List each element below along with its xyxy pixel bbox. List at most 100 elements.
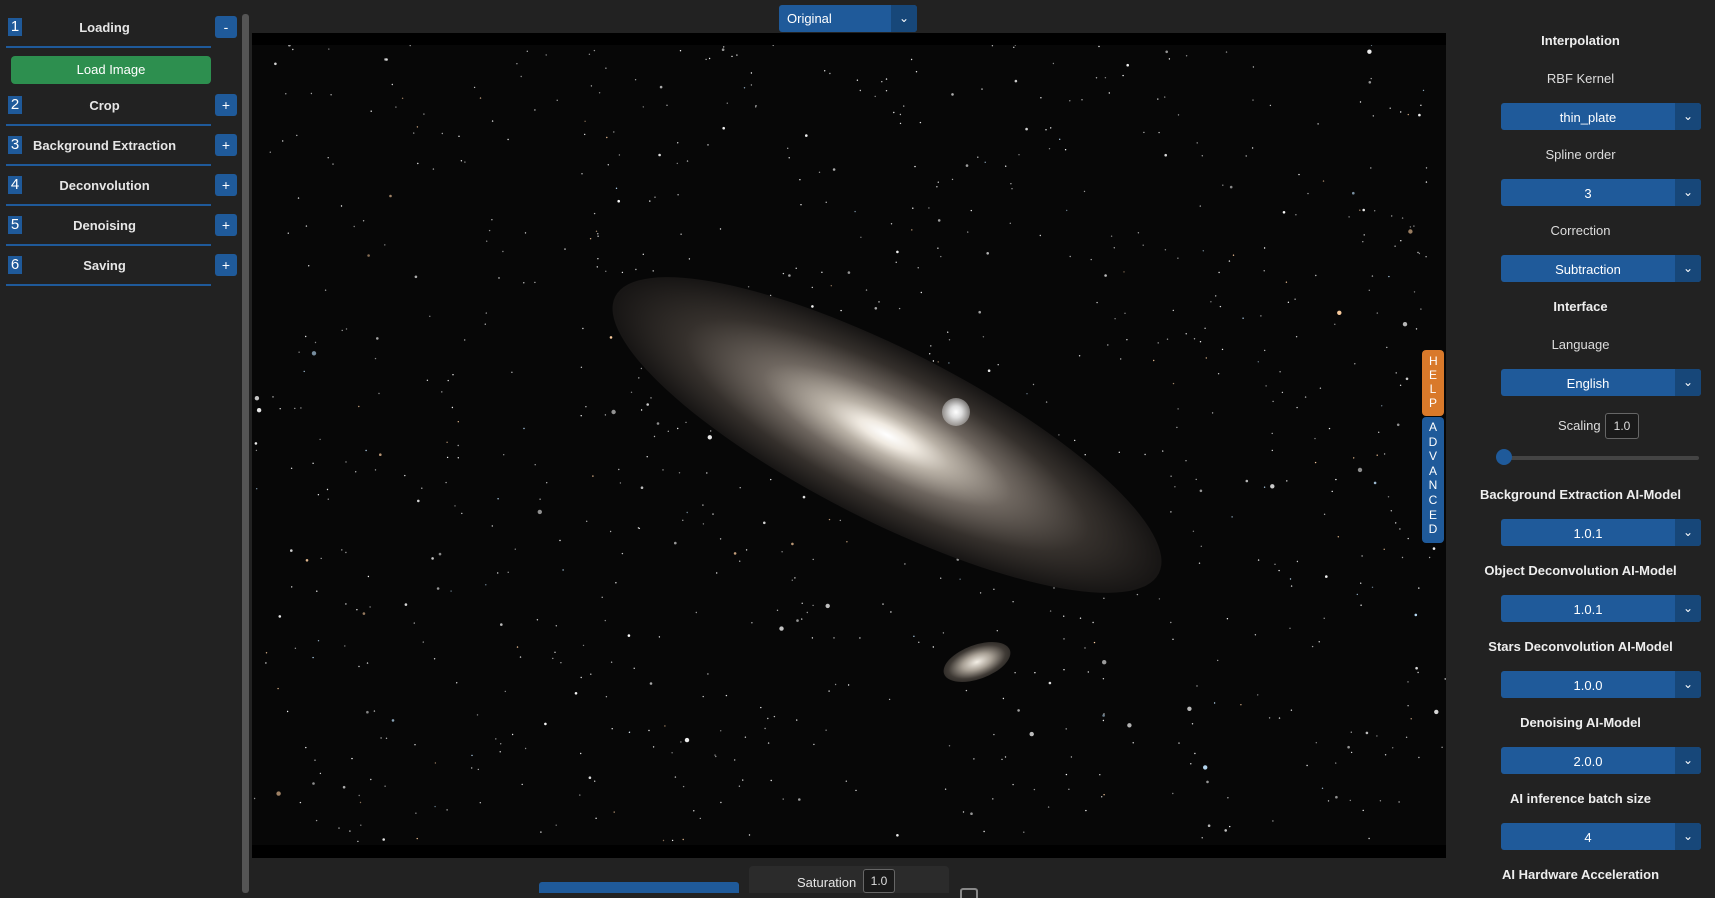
star [1045,401,1048,403]
star [256,488,258,490]
star [1010,183,1012,185]
expand-button[interactable]: + [215,174,237,196]
star [606,136,608,139]
star [913,635,915,637]
star [986,252,989,255]
star [1279,371,1281,373]
star [1126,339,1128,341]
star [476,714,479,716]
correction-value: Subtraction [1555,262,1621,277]
star [1025,127,1028,131]
scaling-input[interactable]: 1.0 [1605,413,1639,439]
expand-button[interactable]: + [215,214,237,236]
expand-button[interactable]: + [215,134,237,156]
star [1335,795,1338,799]
rbf-kernel-select[interactable]: thin_plate ⌄ [1501,103,1701,130]
star [1263,247,1266,249]
star [582,327,584,330]
load-image-button[interactable]: Load Image [11,56,211,84]
star [460,160,463,162]
star [1013,46,1015,48]
star [1164,249,1167,251]
chevron-down-icon[interactable]: ⌄ [1675,255,1701,282]
denoise-model-value: 2.0.0 [1573,754,1603,769]
star [534,464,536,466]
collapse-button[interactable]: - [215,16,237,38]
star [291,586,293,588]
scaling-slider-handle[interactable] [1496,449,1512,465]
advanced-tab[interactable]: ADVANCED [1422,417,1444,543]
star [590,85,593,87]
star [1409,226,1412,228]
help-tab[interactable]: HELP [1422,350,1444,416]
star [627,634,631,637]
language-select[interactable]: English ⌄ [1501,369,1701,396]
chevron-down-icon[interactable]: ⌄ [1675,103,1701,130]
star [1217,659,1219,662]
chevron-down-icon[interactable]: ⌄ [1675,671,1701,698]
star [315,819,318,822]
obj-deconv-select[interactable]: 1.0.1 ⌄ [1501,595,1701,622]
star [341,329,343,332]
chevron-down-icon[interactable]: ⌄ [1675,823,1701,850]
denoise-model-select[interactable]: 2.0.0 ⌄ [1501,747,1701,774]
star [555,625,557,627]
star [272,396,274,398]
stars-deconv-label: Stars Deconvolution AI-Model [1488,639,1673,654]
view-mode-select[interactable]: Original ⌄ [779,5,917,32]
stretch-select[interactable] [539,882,739,893]
star [1026,393,1028,395]
stars-deconv-select[interactable]: 1.0.0 ⌄ [1501,671,1701,698]
star [534,109,536,111]
correction-select[interactable]: Subtraction ⌄ [1501,255,1701,282]
star [1257,694,1259,696]
step-deconvolution[interactable]: 4 Deconvolution + [6,166,237,206]
star [1176,426,1178,429]
expand-button[interactable]: + [215,94,237,116]
step-saving[interactable]: 6 Saving + [6,246,237,286]
chevron-down-icon[interactable]: ⌄ [1675,595,1701,622]
star [1190,763,1192,765]
chevron-down-icon[interactable]: ⌄ [1675,747,1701,774]
star [1157,98,1159,100]
star [454,505,456,507]
chevron-down-icon[interactable]: ⌄ [1675,179,1701,206]
star [912,207,914,209]
star [1069,255,1071,258]
saturation-input[interactable]: 1.0 [863,869,895,893]
batch-size-select[interactable]: 4 ⌄ [1501,823,1701,850]
scaling-slider[interactable] [1503,456,1699,460]
star [739,560,741,562]
star [256,408,262,413]
star [1079,617,1082,619]
step-loading[interactable]: 1 Loading - [6,8,237,48]
step-background-extraction[interactable]: 3 Background Extraction + [6,126,237,166]
step-denoising[interactable]: 5 Denoising + [6,206,237,246]
star [678,472,681,474]
star [409,45,411,47]
star [706,472,708,474]
star [1170,621,1172,624]
bg-model-select[interactable]: 1.0.1 ⌄ [1501,519,1701,546]
star [677,194,679,196]
star [422,641,424,643]
star [279,408,281,410]
chevron-down-icon[interactable]: ⌄ [1675,369,1701,396]
chevron-down-icon[interactable]: ⌄ [891,5,917,32]
step-crop[interactable]: 2 Crop + [6,86,237,126]
star [1245,155,1247,157]
image-viewer[interactable] [252,33,1446,858]
star [796,719,798,721]
star [1227,797,1229,799]
star [1323,617,1325,619]
star [1395,522,1397,524]
chevron-down-icon[interactable]: ⌄ [1675,519,1701,546]
star [305,746,307,749]
star [676,162,678,165]
spline-order-select[interactable]: 3 ⌄ [1501,179,1701,206]
checkbox[interactable] [960,888,978,898]
expand-button[interactable]: + [215,254,237,276]
star [1074,439,1076,442]
left-panel-scrollbar[interactable] [242,14,249,893]
star [671,752,673,754]
